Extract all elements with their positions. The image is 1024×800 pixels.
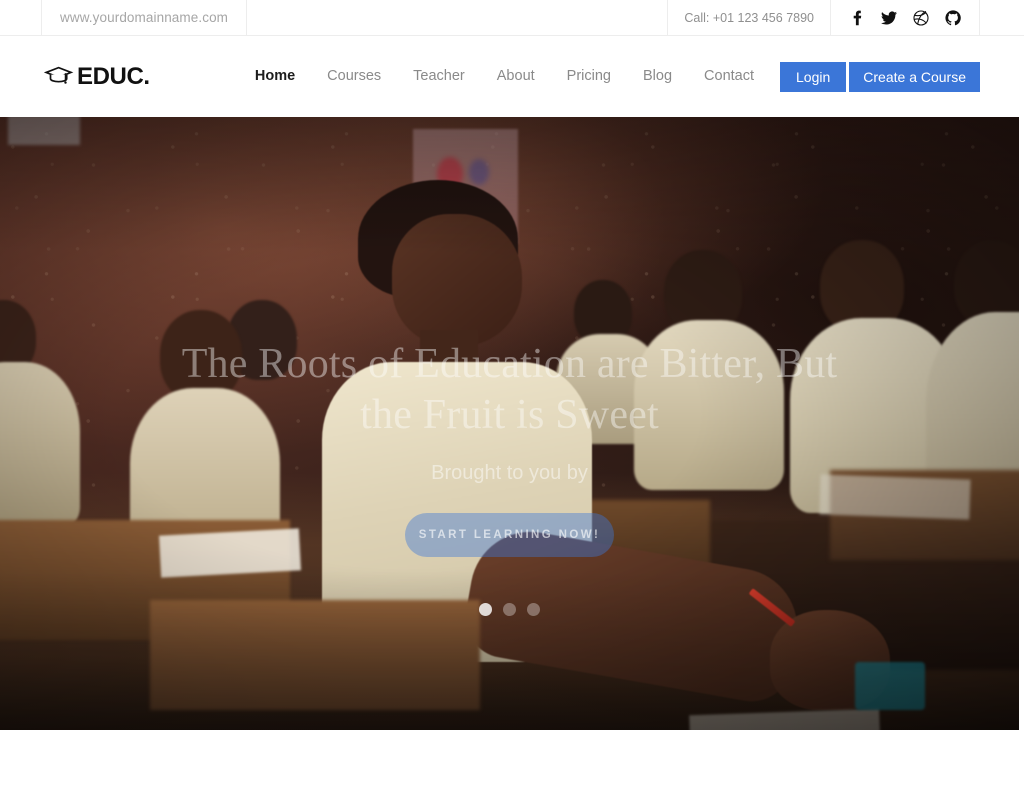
- nav-item-courses[interactable]: Courses: [311, 36, 397, 117]
- facebook-icon[interactable]: [849, 10, 865, 26]
- carousel-indicators: [0, 603, 1019, 616]
- carousel-dot-1[interactable]: [479, 603, 492, 616]
- twitter-icon[interactable]: [881, 10, 897, 26]
- nav-item-about[interactable]: About: [481, 36, 551, 117]
- main-nav: Home Courses Teacher About Pricing Blog …: [239, 36, 980, 117]
- logo[interactable]: EDUC.: [43, 62, 150, 91]
- dribbble-icon[interactable]: [913, 9, 929, 26]
- carousel-dot-2[interactable]: [503, 603, 516, 616]
- nav-item-contact[interactable]: Contact: [688, 36, 770, 117]
- topbar-right-spacer: [980, 0, 1024, 35]
- start-learning-button[interactable]: START LEARNING NOW!: [405, 513, 614, 557]
- topbar-phone-text: Call: +01 123 456 7890: [684, 10, 814, 25]
- site-header: EDUC. Home Courses Teacher About Pricing…: [0, 36, 1024, 117]
- topbar-left-spacer: [0, 0, 42, 35]
- topbar-middle-spacer: [247, 0, 669, 35]
- topbar-domain-text: www.yourdomainname.com: [60, 10, 229, 25]
- nav-item-blog[interactable]: Blog: [627, 36, 688, 117]
- page-root: www.yourdomainname.com Call: +01 123 456…: [0, 0, 1024, 800]
- nav-item-teacher[interactable]: Teacher: [397, 36, 481, 117]
- hero-subtitle: Brought to you by: [431, 462, 588, 484]
- github-icon[interactable]: [945, 9, 961, 26]
- hero-title: The Roots of Education are Bitter, But t…: [181, 341, 838, 438]
- top-utility-bar: www.yourdomainname.com Call: +01 123 456…: [0, 0, 1024, 36]
- social-links: [831, 0, 980, 35]
- topbar-domain[interactable]: www.yourdomainname.com: [42, 0, 248, 35]
- topbar-phone[interactable]: Call: +01 123 456 7890: [668, 0, 831, 35]
- nav-item-home[interactable]: Home: [239, 36, 311, 117]
- page-body-below-hero: [0, 730, 1024, 800]
- nav-item-pricing[interactable]: Pricing: [551, 36, 627, 117]
- carousel-dot-3[interactable]: [527, 603, 540, 616]
- login-button[interactable]: Login: [780, 61, 847, 92]
- graduation-cap-icon: [43, 65, 74, 89]
- scrollbar-track[interactable]: [1019, 117, 1024, 730]
- hero-content: The Roots of Education are Bitter, But t…: [0, 117, 1019, 730]
- logo-text: EDUC.: [77, 62, 150, 90]
- create-course-button[interactable]: Create a Course: [849, 61, 980, 92]
- hero-carousel: The Roots of Education are Bitter, But t…: [0, 117, 1019, 730]
